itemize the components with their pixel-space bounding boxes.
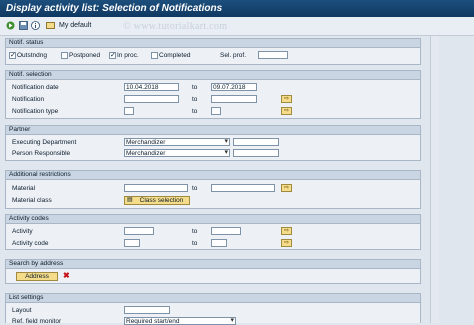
partner-group: Partner Executing Department Merchandize…: [5, 125, 421, 161]
my-default-label[interactable]: My default: [59, 22, 91, 29]
activity-label: Activity: [12, 228, 33, 235]
executing-department-dropdown[interactable]: Merchandizer_: [124, 138, 230, 146]
in-proc-label: In proc.: [117, 52, 139, 59]
to-label: to: [192, 228, 198, 235]
list-settings-group: List settings Layout Ref. field monitor …: [5, 293, 421, 325]
class-selection-icon: ▤: [127, 197, 133, 203]
notification-type-from-field[interactable]: [124, 107, 134, 115]
to-label: to: [192, 96, 198, 103]
executing-department-value: Merchandizer_: [126, 139, 169, 146]
address-button[interactable]: Address: [16, 272, 58, 281]
outstanding-label: Outstndng: [17, 52, 47, 59]
notification-date-label: Notification date: [12, 84, 59, 91]
variant-icon[interactable]: [46, 21, 55, 30]
activity-codes-header: Activity codes: [6, 215, 420, 224]
delete-icon[interactable]: ✖: [63, 272, 70, 280]
vertical-scrollbar[interactable]: [430, 36, 439, 323]
person-responsible-dropdown[interactable]: Merchandizer_: [124, 149, 230, 157]
executing-department-label: Executing Department: [12, 139, 77, 146]
notification-date-from-field[interactable]: 10.04.2018: [124, 83, 179, 91]
search-by-address-header: Search by address: [6, 260, 420, 269]
title-bar: Display activity list: Selection of Noti…: [0, 0, 474, 17]
activity-code-to-field[interactable]: [211, 239, 227, 247]
notification-type-to-field[interactable]: [211, 107, 221, 115]
completed-label: Completed: [159, 52, 191, 59]
watermark: © www.tutorialkart.com: [123, 21, 228, 32]
additional-restrictions-group: Additional restrictions Material to ⇨ Ma…: [5, 170, 421, 209]
sel-prof-label: Sel. prof.: [220, 52, 247, 59]
ref-field-monitor-value: Required start/end: [126, 318, 180, 325]
class-selection-button[interactable]: ▤ Class selection: [124, 196, 190, 205]
notification-label: Notification: [12, 96, 45, 103]
material-class-label: Material class: [12, 197, 52, 204]
outstanding-checkbox[interactable]: ✓: [9, 52, 16, 59]
additional-restrictions-header: Additional restrictions: [6, 171, 420, 180]
to-label: to: [192, 108, 198, 115]
multiple-selection-icon[interactable]: ⇨: [281, 184, 292, 192]
ref-field-monitor-label: Ref. field monitor: [12, 318, 62, 325]
activity-code-from-field[interactable]: [124, 239, 140, 247]
notification-from-field[interactable]: [124, 95, 179, 103]
window-title: Display activity list: Selection of Noti…: [6, 3, 223, 14]
layout-label: Layout: [12, 307, 32, 314]
postponed-checkbox[interactable]: [61, 52, 68, 59]
notif-selection-group: Notif. selection Notification date 10.04…: [5, 70, 421, 119]
notification-type-label: Notification type: [12, 108, 59, 115]
list-settings-header: List settings: [6, 294, 420, 303]
save-variant-icon[interactable]: [19, 21, 28, 30]
activity-to-field[interactable]: [211, 227, 241, 235]
multiple-selection-icon[interactable]: ⇨: [281, 227, 292, 235]
notification-to-field[interactable]: [211, 95, 257, 103]
class-selection-label: Class selection: [139, 197, 184, 204]
execute-icon[interactable]: [6, 21, 15, 30]
activity-from-field[interactable]: [124, 227, 154, 235]
notif-status-header: Notif. status: [6, 39, 420, 48]
person-responsible-text-field[interactable]: [233, 149, 279, 157]
material-to-field[interactable]: [211, 184, 275, 192]
notif-selection-header: Notif. selection: [6, 71, 420, 80]
info-icon[interactable]: [31, 21, 40, 30]
layout-field[interactable]: [124, 306, 170, 314]
search-by-address-group: Search by address Address ✖: [5, 259, 421, 284]
ref-field-monitor-dropdown[interactable]: Required start/end: [124, 317, 236, 325]
to-label: to: [192, 185, 198, 192]
completed-checkbox[interactable]: [151, 52, 158, 59]
notif-status-group: Notif. status ✓ Outstndng Postponed ✓ In…: [5, 38, 421, 65]
multiple-selection-icon[interactable]: ⇨: [281, 107, 292, 115]
multiple-selection-icon[interactable]: ⇨: [281, 239, 292, 247]
person-responsible-value: Merchandizer_: [126, 150, 169, 157]
to-label: to: [192, 240, 198, 247]
sel-prof-field[interactable]: [258, 51, 288, 59]
activity-code-label: Activity code: [12, 240, 49, 247]
material-label: Material: [12, 185, 36, 192]
postponed-label: Postponed: [69, 52, 101, 59]
material-from-field[interactable]: [124, 184, 188, 192]
partner-header: Partner: [6, 126, 420, 135]
multiple-selection-icon[interactable]: ⇨: [281, 95, 292, 103]
executing-department-text-field[interactable]: [233, 138, 279, 146]
in-proc-checkbox[interactable]: ✓: [109, 52, 116, 59]
person-responsible-label: Person Responsible: [12, 150, 71, 157]
activity-codes-group: Activity codes Activity to ⇨ Activity co…: [5, 214, 421, 250]
application-toolbar: My default: [0, 17, 474, 36]
notification-date-to-field[interactable]: 09.07.2018: [211, 83, 257, 91]
to-label: to: [192, 84, 198, 91]
